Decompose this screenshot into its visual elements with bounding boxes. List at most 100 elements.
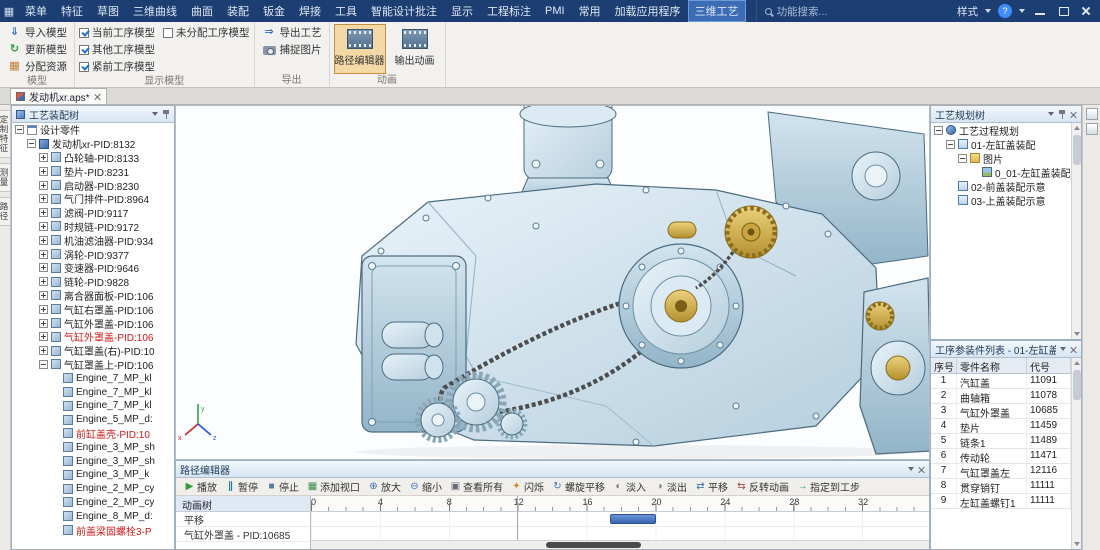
expander-icon[interactable] <box>15 125 24 134</box>
menu-item[interactable]: 曲面 <box>184 0 220 22</box>
tree-item[interactable]: 气缸右罩盖-PID:106 <box>12 302 174 316</box>
side-tab[interactable]: 测量 <box>0 163 11 192</box>
scroll-down-icon[interactable] <box>1073 540 1081 548</box>
panel-toggle-icon[interactable] <box>1086 123 1098 135</box>
expander-icon[interactable] <box>39 291 48 300</box>
function-search[interactable]: 功能搜索... <box>756 0 836 22</box>
tree-item[interactable]: 启动器-PID:8230 <box>12 178 174 192</box>
menu-item[interactable]: 常用 <box>572 0 608 22</box>
expander-icon[interactable] <box>934 126 943 135</box>
chevron-down-icon[interactable] <box>1048 112 1054 116</box>
toolbar-button[interactable]: 螺旋平移 <box>548 479 609 494</box>
tree-item[interactable]: Engine_3_MP_sh <box>12 440 174 454</box>
expander-icon[interactable] <box>27 139 36 148</box>
tree-item[interactable]: 机油滤油器-PID:934 <box>12 233 174 247</box>
display-model-checkbox[interactable]: 其他工序模型 <box>79 41 155 58</box>
menu-item[interactable]: 智能设计批注 <box>364 0 444 22</box>
vertical-scrollbar[interactable] <box>1071 358 1081 549</box>
column-header[interactable]: 代号 <box>1027 358 1071 373</box>
tree-item[interactable]: 图片 <box>931 151 1071 165</box>
tree-item[interactable]: Engine_7_MP_kl <box>12 385 174 399</box>
tree-item[interactable]: 工艺过程规划 <box>931 123 1071 137</box>
tree-item[interactable]: Engine_8_MP_d: <box>12 509 174 523</box>
menu-item[interactable]: 装配 <box>220 0 256 22</box>
table-row[interactable]: 5 链条1 11489 <box>931 434 1071 449</box>
tree-item[interactable]: 离合器面板-PID:106 <box>12 289 174 303</box>
expander-icon[interactable] <box>39 236 48 245</box>
scroll-thumb[interactable] <box>1073 370 1081 400</box>
ribbon-big-button[interactable]: 路径编辑器 <box>334 24 386 74</box>
toolbar-button[interactable]: 指定到工步 <box>793 479 864 494</box>
menu-item[interactable]: 草图 <box>90 0 126 22</box>
3d-viewport[interactable]: y x z <box>175 105 930 460</box>
tree-item[interactable]: Engine_7_MP_kl <box>12 399 174 413</box>
menu-item[interactable]: 三维工艺 <box>688 0 746 22</box>
app-grid-icon[interactable] <box>0 0 18 22</box>
toolbar-button[interactable]: 淡入 <box>609 479 650 494</box>
tree-item[interactable]: 气缸罩盖上-PID:106 <box>12 358 174 372</box>
close-panel-icon[interactable] <box>1070 346 1077 353</box>
tree-item[interactable]: 前缸盖壳-PID:10 <box>12 427 174 441</box>
pin-icon[interactable] <box>1058 110 1066 119</box>
menu-item[interactable]: 钣金 <box>256 0 292 22</box>
menu-item[interactable]: 焊接 <box>292 0 328 22</box>
toolbar-button[interactable]: 平移 <box>691 479 732 494</box>
expander-icon[interactable] <box>39 346 48 355</box>
expander-icon[interactable] <box>39 332 48 341</box>
ribbon-button[interactable]: 分配资源 <box>4 58 70 75</box>
animation-row[interactable]: 平移 <box>176 512 310 527</box>
tree-item[interactable]: Engine_5_MP_d: <box>12 413 174 427</box>
tree-item[interactable]: Engine_3_MP_k <box>12 468 174 482</box>
toolbar-button[interactable]: 反转动画 <box>732 479 793 494</box>
table-row[interactable]: 9 左缸盖螺钉1 11111 <box>931 494 1071 509</box>
tree-item[interactable]: 变速器-PID:9646 <box>12 261 174 275</box>
scroll-up-icon[interactable] <box>1073 359 1081 367</box>
tree-item[interactable]: 0_01-左缸盖装配_17.93 <box>931 165 1071 179</box>
menu-item[interactable]: 工具 <box>328 0 364 22</box>
close-tab-icon[interactable] <box>94 93 101 100</box>
animation-row[interactable]: 气缸外罩盖 - PID:10685 <box>176 527 310 542</box>
expander-icon[interactable] <box>958 154 967 163</box>
expander-icon[interactable] <box>39 208 48 217</box>
display-model-checkbox[interactable]: 未分配工序模型 <box>163 24 250 41</box>
tree-item[interactable]: 凸轮轴-PID:8133 <box>12 151 174 165</box>
chevron-down-icon[interactable] <box>1019 9 1025 13</box>
expander-icon[interactable] <box>39 167 48 176</box>
expander-icon[interactable] <box>946 140 955 149</box>
tree-item[interactable]: Engine_2_MP_cy <box>12 482 174 496</box>
table-row[interactable]: 8 贯穿销钉 11111 <box>931 479 1071 494</box>
expander-icon[interactable] <box>39 194 48 203</box>
scroll-down-icon[interactable] <box>1073 330 1081 338</box>
column-header[interactable]: 序号 <box>931 358 957 373</box>
expander-icon[interactable] <box>39 305 48 314</box>
close-panel-icon[interactable] <box>1070 111 1077 118</box>
chevron-down-icon[interactable] <box>985 9 991 13</box>
toolbar-button[interactable]: 淡出 <box>650 479 691 494</box>
table-row[interactable]: 4 垫片 11459 <box>931 419 1071 434</box>
close-panel-icon[interactable] <box>918 466 925 473</box>
menu-item[interactable]: PMI <box>538 0 572 22</box>
ribbon-button[interactable]: 捕捉图片 <box>259 41 325 58</box>
tree-item[interactable]: 01-左缸盖装配 <box>931 137 1071 151</box>
tree-item[interactable]: 时规链-PID:9172 <box>12 220 174 234</box>
column-header[interactable]: 零件名称 <box>957 358 1027 373</box>
scroll-thumb[interactable] <box>546 542 641 548</box>
toolbar-button[interactable]: 停止 <box>262 479 303 494</box>
tree-item[interactable]: Engine_2_MP_cy <box>12 496 174 510</box>
ribbon-button[interactable]: 导出工艺 <box>259 24 325 41</box>
toolbar-button[interactable]: 播放 <box>180 479 221 494</box>
table-row[interactable]: 2 曲轴箱 11078 <box>931 389 1071 404</box>
menu-item[interactable]: 加载应用程序 <box>608 0 688 22</box>
tree-item[interactable]: 气缸外罩盖-PID:106 <box>12 330 174 344</box>
user-avatar[interactable]: ? <box>998 4 1012 18</box>
menu-item[interactable]: 三维曲线 <box>126 0 184 22</box>
tree-item[interactable]: 设计零件 <box>12 123 174 137</box>
panel-toggle-icon[interactable] <box>1086 108 1098 120</box>
timeline-horizontal-scrollbar[interactable] <box>311 540 929 549</box>
toolbar-button[interactable]: 暂停 <box>221 479 262 494</box>
tree-item[interactable]: 02-前盖装配示意 <box>931 179 1071 193</box>
tree-item[interactable]: 链轮-PID:9828 <box>12 275 174 289</box>
expander-icon[interactable] <box>39 250 48 259</box>
tree-item[interactable]: 涡轮-PID:9377 <box>12 247 174 261</box>
expander-icon[interactable] <box>39 153 48 162</box>
